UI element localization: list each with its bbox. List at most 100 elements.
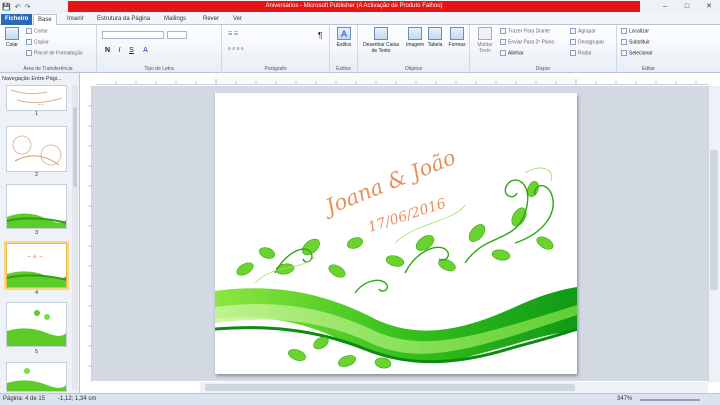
align-icons[interactable]: ≡ ≡ ≡ ≡	[228, 46, 244, 52]
styles-group: A Estilos Estilos	[330, 25, 358, 73]
undo-icon[interactable]: ↶	[15, 3, 21, 11]
horizontal-scrollbar-thumb[interactable]	[205, 384, 575, 391]
page-thumbnail-3[interactable]	[6, 184, 67, 229]
styles-icon: A	[337, 27, 351, 40]
align-button[interactable]: Alinhar	[500, 50, 524, 56]
rotate-button[interactable]: Rodar	[570, 50, 592, 56]
shapes-icon	[450, 27, 464, 40]
save-icon[interactable]: 💾	[2, 3, 11, 11]
page-number-1: 1	[35, 111, 39, 117]
paste-icon	[5, 27, 19, 40]
page-thumbnail-4[interactable]: ~ & ~	[4, 241, 69, 290]
ribbon: Colar Cortar Copiar Pincel de Formatação…	[0, 25, 720, 73]
cursor-icon	[621, 50, 627, 56]
vertical-ruler[interactable]	[81, 86, 92, 382]
bold-button[interactable]: N	[103, 46, 112, 55]
font-color-icon[interactable]: A	[141, 46, 150, 55]
close-button[interactable]: ✕	[698, 0, 720, 13]
page-number-3: 3	[35, 230, 39, 236]
ungroup-button[interactable]: Desagrupar	[570, 39, 604, 45]
styles-button[interactable]: A Estilos	[332, 27, 356, 57]
wrap-text-button[interactable]: Moldar Texto	[473, 27, 497, 57]
table-button[interactable]: Tabela	[424, 27, 446, 57]
redo-icon[interactable]: ↷	[25, 3, 31, 11]
window-controls: – □ ✕	[654, 0, 720, 13]
nav-scrollbar-thumb[interactable]	[73, 107, 77, 187]
copy-button[interactable]: Copiar	[26, 39, 49, 45]
ribbon-tabs: Ficheiro Base Inserir Estrutura da Págin…	[0, 13, 720, 25]
clipboard-group: Colar Cortar Copiar Pincel de Formatação…	[0, 25, 97, 73]
rotate-icon	[570, 50, 576, 56]
cursor-position: -1,12; 1,34 cm	[58, 396, 97, 402]
format-painter-button[interactable]: Pincel de Formatação	[26, 50, 83, 56]
align-icon	[500, 50, 506, 56]
paragraph-group-label: Parágrafo	[264, 66, 287, 72]
tab-view[interactable]: Ver	[229, 14, 246, 25]
page-navigation-pane: Navegação Entre Pági... ~~ 1 2 3 ~ & ~ 4…	[0, 73, 80, 393]
page-number-2: 2	[35, 172, 39, 178]
page-number-5: 5	[35, 349, 39, 355]
brush-icon	[26, 50, 32, 56]
italic-button[interactable]: I	[115, 46, 124, 55]
tab-file[interactable]: Ficheiro	[1, 14, 33, 25]
paste-button[interactable]: Colar	[1, 27, 23, 57]
bullets-icon[interactable]: ☰ ☰	[228, 31, 238, 37]
page-indicator[interactable]: Página: 4 de 15	[3, 396, 45, 402]
select-button[interactable]: Selecionar	[621, 50, 653, 56]
font-group: N I S A Tipo de Letra	[97, 25, 222, 73]
publication-page[interactable]: Joana & João 17/06/2016	[214, 93, 578, 374]
wrap-text-icon	[478, 27, 492, 40]
font-group-label: Tipo de Letra	[144, 66, 174, 72]
tab-home[interactable]: Base	[33, 14, 57, 25]
event-date-text[interactable]: 17/06/2016	[366, 196, 448, 236]
page-thumbnail-1[interactable]: ~~	[6, 85, 67, 111]
pilcrow-icon[interactable]: ¶	[318, 31, 322, 40]
font-name-combo[interactable]	[102, 31, 164, 39]
scissors-icon	[26, 28, 32, 34]
group-button[interactable]: Agrupar	[570, 28, 596, 34]
tab-review[interactable]: Rever	[199, 14, 223, 25]
send-backward-icon	[500, 39, 506, 45]
font-size-combo[interactable]	[167, 31, 187, 39]
minimize-button[interactable]: –	[654, 0, 676, 13]
tab-insert[interactable]: Inserir	[63, 14, 88, 25]
ruler-ticks	[115, 79, 697, 84]
horizontal-ruler[interactable]	[96, 73, 708, 85]
maximize-button[interactable]: □	[676, 0, 698, 13]
underline-button[interactable]: S	[127, 46, 136, 55]
draw-textbox-button[interactable]: Desenhar Caixa de Texto	[361, 27, 401, 57]
green-floral-wave-art: Joana & João 17/06/2016	[214, 145, 578, 369]
thumbnail-1-art: ~~	[10, 89, 63, 107]
shapes-button[interactable]: Formas	[446, 27, 468, 57]
tab-page-design[interactable]: Estrutura da Página	[93, 14, 154, 25]
find-button[interactable]: Localizar	[621, 28, 649, 34]
clipboard-group-label: Área de Transferência	[23, 66, 73, 72]
page-thumbnail-2[interactable]	[6, 126, 67, 172]
quick-access-toolbar: 💾 ↶ ↷	[2, 2, 34, 11]
page-number-4: 4	[35, 290, 39, 296]
document-workspace[interactable]: Joana & João 17/06/2016	[92, 86, 708, 381]
svg-text:~ & ~: ~ & ~	[27, 254, 43, 260]
title-bar: 💾 ↶ ↷ Aniversarios - Microsoft Publisher…	[0, 0, 720, 13]
cut-button[interactable]: Cortar	[26, 28, 48, 34]
copy-icon	[26, 39, 32, 45]
bring-forward-button[interactable]: Trazer Para Diante	[500, 28, 550, 34]
arrange-group: Moldar Texto Trazer Para Diante Enviar P…	[470, 25, 617, 73]
nav-pane-title: Navegação Entre Pági...	[2, 76, 62, 82]
replace-button[interactable]: Substituir	[621, 39, 650, 45]
editing-group-label: Editar	[641, 66, 656, 72]
zoom-level[interactable]: 347%	[617, 396, 632, 402]
thumbnail-4-art: ~ & ~	[7, 254, 66, 287]
thumbnail-3-art	[7, 213, 66, 228]
page-thumbnail-6[interactable]	[6, 362, 67, 392]
thumbnail-2-art	[12, 135, 62, 166]
send-backward-button[interactable]: Enviar Para 2º Plano	[500, 39, 554, 45]
editing-group: Localizar Substituir Selecionar Editar	[617, 25, 680, 73]
table-icon	[428, 27, 442, 40]
vertical-scrollbar-thumb[interactable]	[710, 150, 718, 290]
picture-icon	[408, 27, 422, 40]
zoom-slider[interactable]	[640, 399, 700, 401]
page-thumbnail-5[interactable]	[6, 302, 67, 347]
publisher-window: 💾 ↶ ↷ Aniversarios - Microsoft Publisher…	[0, 0, 720, 405]
tab-mailings[interactable]: Mailings	[160, 14, 190, 25]
